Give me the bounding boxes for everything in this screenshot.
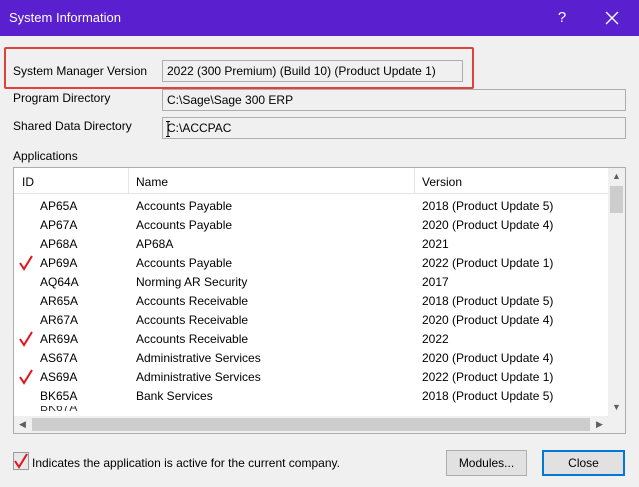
app-name: Administrative Services: [136, 351, 261, 365]
table-row[interactable]: AS69A Administrative Services 2022 (Prod…: [14, 368, 608, 387]
app-name: AP68A: [136, 237, 174, 251]
active-check-icon: [19, 255, 33, 271]
scroll-up-icon[interactable]: ▲: [608, 168, 625, 185]
app-id: BK65A: [40, 389, 78, 403]
app-version: 2018 (Product Update 5): [422, 294, 554, 308]
horizontal-scroll-thumb[interactable]: [32, 418, 590, 431]
horizontal-scrollbar[interactable]: ◀ ▶: [14, 416, 608, 433]
app-name: Bank Services: [136, 389, 213, 403]
shared-dir-field[interactable]: C:\ACCPAC: [162, 117, 626, 139]
table-row[interactable]: AP69A Accounts Payable 2022 (Product Upd…: [14, 254, 608, 273]
app-id: AR65A: [40, 294, 79, 308]
list-header: ID Name Version: [14, 168, 608, 194]
app-id: AS69A: [40, 370, 78, 384]
app-name: Accounts Payable: [136, 199, 233, 213]
scroll-down-icon[interactable]: ▼: [608, 399, 625, 416]
title-bar: System Information ?: [0, 0, 639, 36]
active-check-icon: [14, 453, 28, 469]
app-version: 2021: [422, 237, 449, 251]
scroll-corner: [608, 416, 625, 433]
table-row[interactable]: AR65A Accounts Receivable 2018 (Product …: [14, 292, 608, 311]
column-divider[interactable]: [128, 168, 129, 194]
program-dir-label: Program Directory: [13, 91, 111, 105]
app-version: 2020 (Product Update 4): [422, 218, 554, 232]
table-row[interactable]: AP67A Accounts Payable 2020 (Product Upd…: [14, 216, 608, 235]
column-header-id[interactable]: ID: [22, 175, 34, 189]
app-id: AP69A: [40, 256, 78, 270]
app-id: AR69A: [40, 332, 79, 346]
app-name: Accounts Payable: [136, 218, 233, 232]
app-version: 2022 (Product Update 1): [422, 370, 554, 384]
table-row[interactable]: AP68A AP68A 2021: [14, 235, 608, 254]
applications-label: Applications: [13, 149, 78, 163]
app-version: 2022: [422, 332, 449, 346]
app-id: AP65A: [40, 199, 78, 213]
app-name: Accounts Receivable: [136, 332, 249, 346]
app-id: AP68A: [40, 237, 78, 251]
app-version: 2020 (Product Update 4): [422, 313, 554, 327]
window-title: System Information: [9, 10, 121, 25]
app-version: 2018 (Product Update 5): [422, 199, 554, 213]
highlight-box: [4, 47, 474, 89]
active-check-icon: [19, 331, 33, 347]
app-name: Accounts Receivable: [136, 313, 249, 327]
program-dir-field[interactable]: C:\Sage\Sage 300 ERP: [162, 89, 626, 111]
help-button[interactable]: ?: [540, 0, 584, 36]
text-cursor-icon: [166, 121, 170, 137]
vertical-scrollbar[interactable]: ▲ ▼: [608, 168, 625, 416]
applications-list[interactable]: ID Name Version AP65A Accounts Payable 2…: [13, 167, 626, 434]
legend-text: Indicates the application is active for …: [32, 456, 340, 470]
app-name: Accounts Receivable: [136, 294, 249, 308]
column-header-version[interactable]: Version: [422, 175, 462, 189]
table-row-partial[interactable]: BK67A: [14, 406, 608, 416]
column-divider[interactable]: [414, 168, 415, 194]
table-row[interactable]: AR69A Accounts Receivable 2022: [14, 330, 608, 349]
table-row[interactable]: BK65A Bank Services 2018 (Product Update…: [14, 387, 608, 406]
vertical-scroll-thumb[interactable]: [610, 186, 623, 213]
app-name: Norming AR Security: [136, 275, 248, 289]
app-name: Accounts Payable: [136, 256, 233, 270]
app-name: Administrative Services: [136, 370, 261, 384]
column-header-name[interactable]: Name: [136, 175, 168, 189]
legend-check-box: [13, 452, 29, 470]
app-id: AR67A: [40, 313, 79, 327]
app-version: 2020 (Product Update 4): [422, 351, 554, 365]
table-row[interactable]: AR67A Accounts Receivable 2020 (Product …: [14, 311, 608, 330]
window-close-button[interactable]: [584, 0, 639, 36]
app-id-partial: BK67A: [40, 406, 78, 414]
table-row[interactable]: AS67A Administrative Services 2020 (Prod…: [14, 349, 608, 368]
scroll-right-icon[interactable]: ▶: [591, 416, 608, 433]
shared-dir-label: Shared Data Directory: [13, 119, 132, 133]
scroll-left-icon[interactable]: ◀: [14, 416, 31, 433]
app-version: 2022 (Product Update 1): [422, 256, 554, 270]
active-check-icon: [19, 369, 33, 385]
app-id: AQ64A: [40, 275, 79, 289]
table-row[interactable]: AP65A Accounts Payable 2018 (Product Upd…: [14, 197, 608, 216]
modules-button[interactable]: Modules...: [446, 450, 527, 476]
app-version: 2018 (Product Update 5): [422, 389, 554, 403]
app-id: AS67A: [40, 351, 78, 365]
app-version: 2017: [422, 275, 449, 289]
close-button[interactable]: Close: [542, 450, 625, 476]
app-id: AP67A: [40, 218, 78, 232]
table-row[interactable]: AQ64A Norming AR Security 2017: [14, 273, 608, 292]
close-icon: [605, 11, 618, 25]
